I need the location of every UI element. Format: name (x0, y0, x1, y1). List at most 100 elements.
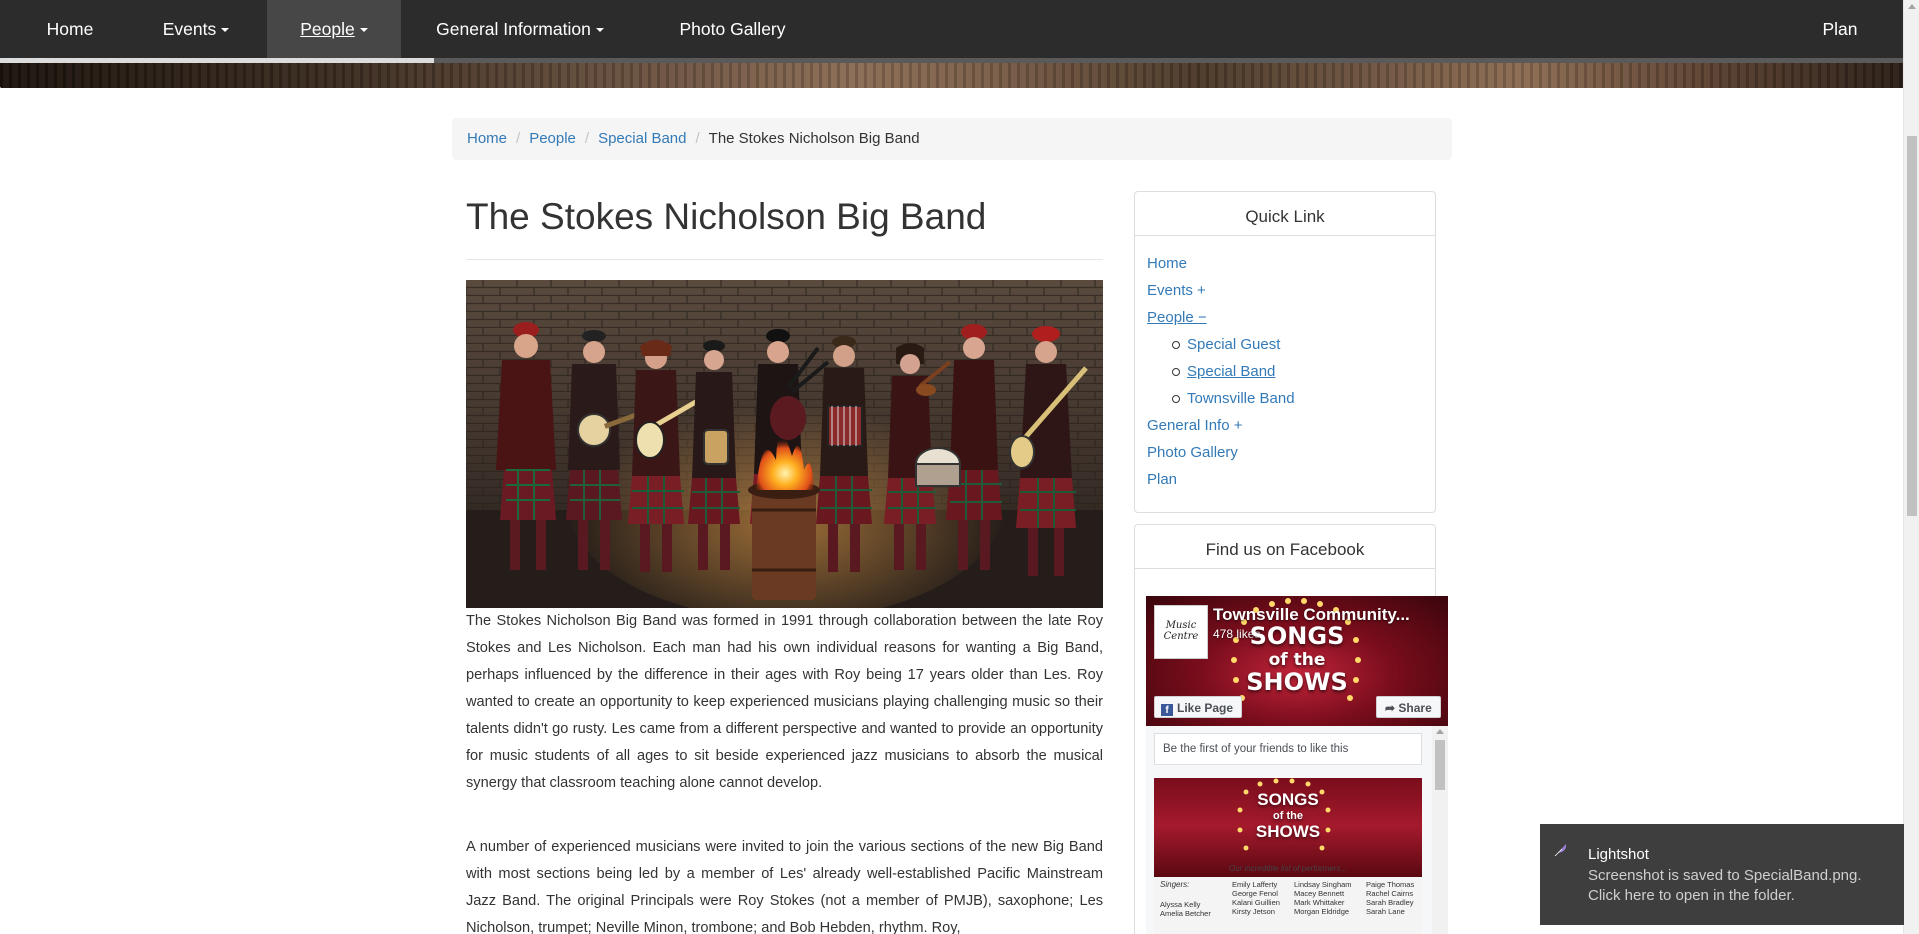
performer-name: Sarah Bradley (1366, 898, 1414, 907)
breadcrumb-separator: / (584, 130, 590, 147)
performer-name: Mark Whittaker (1294, 898, 1345, 907)
performer-name: Rachel Cairns (1366, 889, 1414, 898)
top-navbar: Home Events People General Information P… (0, 0, 1903, 60)
nav-home-label: Home (46, 19, 94, 39)
quick-link-item: Home (1147, 250, 1435, 277)
performer-name: Paige Thomas (1366, 880, 1415, 889)
performer-name: Macey Bennett (1294, 889, 1345, 898)
performer-name: Kirsty Jetson (1232, 907, 1275, 916)
cover-text-shows: SHOWS (1246, 668, 1348, 696)
scroll-up-arrow-icon[interactable] (1908, 4, 1916, 9)
breadcrumb-special-band[interactable]: Special Band (598, 130, 686, 147)
quick-link-item: Plan (1147, 466, 1435, 493)
post-title-shows: SHOWS (1255, 822, 1321, 841)
facebook-cover-image: Music Centre Townsville Community... 478… (1146, 596, 1448, 726)
performer-name: Kalani Guillien (1232, 898, 1280, 907)
scrollbar-thumb[interactable] (1435, 740, 1445, 790)
quick-link-heading: Quick Link (1135, 192, 1435, 236)
nav-people[interactable]: People (267, 0, 401, 60)
nav-photo-gallery-label: Photo Gallery (679, 19, 786, 39)
nav-plan-label: Plan (1822, 19, 1858, 39)
share-arrow-icon: ➦ (1385, 701, 1399, 715)
lightshot-notification[interactable]: Lightshot Screenshot is saved to Special… (1540, 824, 1904, 925)
toast-title: Lightshot (1588, 846, 1649, 863)
nav-people-label: People (300, 19, 355, 39)
post-performers-col3: Lindsay Singham Macey Bennett Mark Whitt… (1294, 880, 1352, 916)
quick-link-special-guest[interactable]: Special Guest (1187, 336, 1280, 353)
quick-link-events[interactable]: Events + (1147, 282, 1206, 299)
quick-link-list: General Info + Photo Gallery Plan (1135, 412, 1435, 493)
breadcrumb-current: The Stokes Nicholson Big Band (708, 130, 920, 147)
post-performers-col1: Alyssa Kelly Amelia Betcher (1160, 900, 1211, 918)
cover-text-of-the: of the (1268, 650, 1326, 670)
toast-message: Screenshot is saved to SpecialBand.png. … (1588, 866, 1862, 906)
title-divider (466, 259, 1103, 260)
performer-name: Morgan Eldridge (1294, 907, 1350, 916)
post-subtitle: Our incredible list of performers... (1228, 864, 1348, 873)
scroll-up-arrow-icon[interactable] (1436, 729, 1444, 734)
facebook-post-image[interactable]: SONGS of the SHOWS Our incredible list o… (1154, 778, 1422, 934)
post-performers-col2: Emily Lafferty George Fenol Kalani Guill… (1232, 880, 1280, 916)
like-page-button[interactable]: f Like Page (1154, 696, 1243, 718)
caret-down-icon (221, 28, 230, 33)
facebook-heading: Find us on Facebook (1135, 525, 1435, 569)
post-title-of-the: of the (1273, 810, 1303, 822)
quick-link-item: Events + (1147, 277, 1435, 304)
quick-link-home[interactable]: Home (1147, 255, 1187, 272)
quick-link-item: General Info + (1147, 412, 1435, 439)
quick-link-subitem: Special Guest (1147, 331, 1435, 358)
performer-name: Sarah Lane (1366, 907, 1405, 916)
content-paragraph: A number of experienced musicians were i… (466, 839, 1103, 934)
quick-link-panel: Quick Link Home Events + People − Specia… (1134, 191, 1436, 513)
friends-like-text: Be the first of your friends to like thi… (1154, 733, 1422, 765)
quick-link-plan[interactable]: Plan (1147, 471, 1177, 488)
quick-link-sublist: Special Guest Special Band Townsville Ba… (1135, 331, 1435, 412)
facebook-f-icon: f (1161, 704, 1173, 716)
toast-open-folder-link[interactable]: Click here to open in the folder. (1588, 886, 1862, 906)
quick-link-people[interactable]: People − (1147, 309, 1207, 326)
post-singers-label: Singers: (1160, 880, 1190, 889)
content-paragraph: The Stokes Nicholson Big Band was formed… (466, 613, 1103, 791)
quick-link-photo-gallery[interactable]: Photo Gallery (1147, 444, 1238, 461)
caret-down-icon (595, 28, 604, 33)
quick-link-item: Photo Gallery (1147, 439, 1435, 466)
nav-general-information-label: General Information (436, 19, 591, 39)
breadcrumb-people[interactable]: People (529, 130, 576, 147)
nav-plan[interactable]: Plan (1800, 0, 1880, 60)
post-title-songs: SONGS (1257, 790, 1319, 809)
caret-down-icon (359, 28, 368, 33)
quick-link-subitem: Townsville Band (1147, 385, 1435, 412)
page-scrollbar[interactable] (1903, 0, 1919, 934)
facebook-feed-scrollbar[interactable] (1432, 726, 1448, 934)
nav-events-label: Events (162, 19, 217, 39)
page-title: The Stokes Nicholson Big Band (466, 196, 987, 237)
quick-link-subitem: Special Band (1147, 358, 1435, 385)
nav-home[interactable]: Home (0, 0, 140, 60)
performer-name: Amelia Betcher (1160, 909, 1211, 918)
quick-link-general-info[interactable]: General Info + (1147, 417, 1242, 434)
nav-general-information[interactable]: General Information (420, 0, 620, 60)
quick-link-townsville-band[interactable]: Townsville Band (1187, 390, 1295, 407)
share-button[interactable]: ➦ Share (1376, 696, 1441, 718)
nav-events[interactable]: Events (140, 0, 252, 60)
breadcrumb-home[interactable]: Home (467, 130, 507, 147)
band-photo (466, 280, 1103, 608)
quick-link-item: People − (1147, 304, 1435, 331)
like-page-label: Like Page (1177, 701, 1234, 715)
performer-name: George Fenol (1232, 889, 1278, 898)
cover-text-songs: SONGS (1249, 622, 1345, 650)
breadcrumb: Home / People / Special Band / The Stokes Nich… (452, 118, 1452, 160)
quick-link-special-band[interactable]: Special Band (1187, 363, 1275, 380)
post-performers-col4: Paige Thomas Rachel Cairns Sarah Bradley… (1366, 880, 1414, 916)
performer-name: Emily Lafferty (1232, 880, 1278, 889)
nav-photo-gallery[interactable]: Photo Gallery (660, 0, 805, 60)
performer-name: Lindsay Singham (1294, 880, 1352, 889)
feather-icon (1554, 844, 1567, 857)
facebook-page-widget: Music Centre Townsville Community... 478… (1146, 596, 1448, 934)
breadcrumb-separator: / (695, 130, 700, 147)
quick-link-list: Home Events + People − (1135, 236, 1435, 331)
share-label: Share (1398, 701, 1432, 715)
header-banner-image (0, 63, 1903, 88)
scrollbar-thumb[interactable] (1907, 136, 1917, 516)
performer-name: Alyssa Kelly (1160, 900, 1201, 909)
